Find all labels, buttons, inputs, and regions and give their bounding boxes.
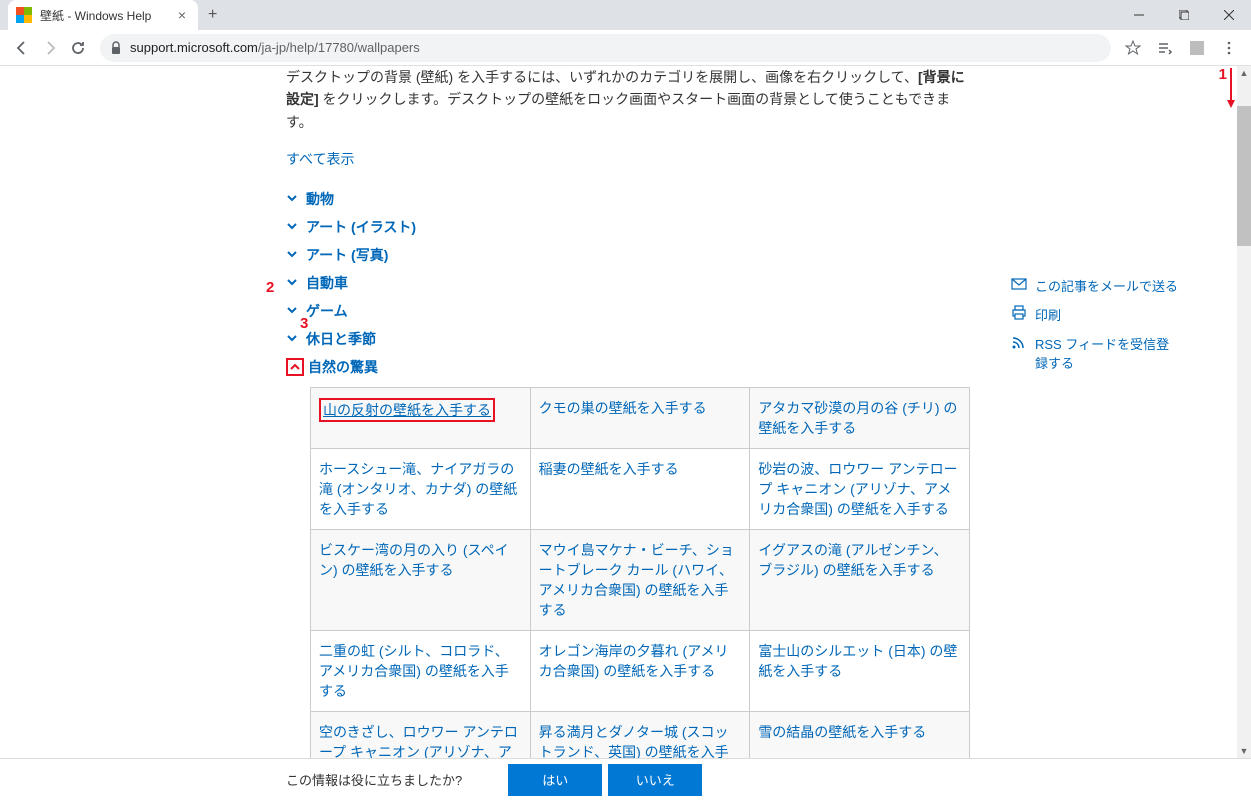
wallpaper-link[interactable]: 砂岩の波、ロウワー アンテロープ キャニオン (アリゾナ、アメリカ合衆国) の壁…	[758, 461, 957, 517]
chevron-down-icon[interactable]	[286, 192, 300, 206]
favicon-microsoft	[16, 7, 32, 23]
rss-icon	[1011, 334, 1027, 350]
category-item[interactable]: 自動車	[286, 269, 976, 297]
table-cell: 二重の虹 (シルト、コロラド、アメリカ合衆国) の壁紙を入手する	[311, 631, 531, 712]
reading-list-icon[interactable]	[1151, 34, 1179, 62]
annotation-arrow-icon	[1226, 68, 1236, 108]
address-bar: support.microsoft.com/ja-jp/help/17780/w…	[0, 30, 1251, 66]
category-label[interactable]: 動物	[306, 189, 334, 209]
table-cell: ホースシュー滝、ナイアガラの滝 (オンタリオ、カナダ) の壁紙を入手する	[311, 449, 531, 530]
category-item[interactable]: 動物	[286, 185, 976, 213]
table-row: 山の反射の壁紙を入手する クモの巣の壁紙を入手する アタカマ砂漠の月の谷 (チリ) …	[311, 388, 970, 449]
wallpaper-link[interactable]: ホースシュー滝、ナイアガラの滝 (オンタリオ、カナダ) の壁紙を入手する	[319, 461, 517, 517]
table-cell: 稲妻の壁紙を入手する	[530, 449, 750, 530]
mail-icon	[1011, 276, 1027, 292]
lock-icon	[110, 41, 122, 55]
category-label[interactable]: 自動車	[306, 273, 348, 293]
category-item[interactable]: アート (写真)	[286, 241, 976, 269]
page-viewport: デスクトップの背景 (壁紙) を入手するには、いずれかのカテゴリを展開し、画像を…	[0, 66, 1237, 758]
menu-icon[interactable]	[1215, 34, 1243, 62]
profile-icon[interactable]	[1183, 34, 1211, 62]
table-cell: イグアスの滝 (アルゼンチン、ブラジル) の壁紙を入手する	[750, 530, 970, 631]
table-cell: アタカマ砂漠の月の谷 (チリ) の壁紙を入手する	[750, 388, 970, 449]
wallpaper-link[interactable]: アタカマ砂漠の月の谷 (チリ) の壁紙を入手する	[758, 400, 957, 436]
window-minimize-button[interactable]	[1116, 0, 1161, 30]
reload-button[interactable]	[64, 34, 92, 62]
table-cell: 砂岩の波、ロウワー アンテロープ キャニオン (アリゾナ、アメリカ合衆国) の壁…	[750, 449, 970, 530]
url-text: support.microsoft.com/ja-jp/help/17780/w…	[130, 40, 420, 55]
window-maximize-button[interactable]	[1161, 0, 1206, 30]
intro-text: デスクトップの背景 (壁紙) を入手するには、いずれかのカテゴリを展開し、画像を…	[286, 66, 976, 133]
tab-title: 壁紙 - Windows Help	[40, 7, 174, 24]
category-item[interactable]: アート (イラスト)	[286, 213, 976, 241]
star-icon[interactable]	[1119, 34, 1147, 62]
table-cell: 空のきざし、ロウワー アンテロープ キャニオン (アリゾナ、アメリカ合衆国) の…	[311, 712, 531, 758]
print-link[interactable]: 印刷	[1011, 305, 1181, 324]
back-button[interactable]	[8, 34, 36, 62]
table-cell: 昇る満月とダノター城 (スコットランド、英国) の壁紙を入手する	[530, 712, 750, 758]
table-cell: 山の反射の壁紙を入手する	[311, 388, 531, 449]
chevron-down-icon[interactable]	[286, 276, 300, 290]
print-icon	[1011, 305, 1027, 321]
chevron-down-icon[interactable]	[286, 332, 300, 346]
feedback-bar: この情報は役に立ちましたか? はい いいえ	[0, 758, 1251, 800]
category-label[interactable]: 自然の驚異	[308, 357, 378, 377]
rss-link[interactable]: RSS フィードを受信登録する	[1011, 334, 1181, 372]
category-label[interactable]: ゲーム	[306, 301, 348, 321]
vertical-scrollbar[interactable]: ▲ ▼	[1237, 66, 1251, 758]
category-item[interactable]: 自然の驚異	[286, 353, 976, 381]
table-cell: クモの巣の壁紙を入手する	[530, 388, 750, 449]
category-item[interactable]: 休日と季節	[286, 325, 976, 353]
scroll-down-icon[interactable]: ▼	[1237, 744, 1251, 758]
wallpaper-link[interactable]: ビスケー湾の月の入り (スペイン) の壁紙を入手する	[319, 542, 509, 578]
forward-button[interactable]	[36, 34, 64, 62]
feedback-yes-button[interactable]: はい	[508, 764, 602, 796]
feedback-no-button[interactable]: いいえ	[608, 764, 702, 796]
side-actions: この記事をメールで送る 印刷 RSS フィードを受信登録する	[1011, 276, 1181, 382]
url-field[interactable]: support.microsoft.com/ja-jp/help/17780/w…	[100, 34, 1111, 62]
table-row: ビスケー湾の月の入り (スペイン) の壁紙を入手するマウイ島マケナ・ビーチ、ショ…	[311, 530, 970, 631]
table-row: ホースシュー滝、ナイアガラの滝 (オンタリオ、カナダ) の壁紙を入手する 稲妻の壁…	[311, 449, 970, 530]
tab-close-icon[interactable]: ×	[174, 7, 190, 23]
wallpaper-link[interactable]: オレゴン海岸の夕暮れ (アメリカ合衆国) の壁紙を入手する	[539, 643, 729, 679]
category-label[interactable]: アート (写真)	[306, 245, 388, 265]
category-list: 動物アート (イラスト) アート (写真) 自動車ゲーム休日と季節自然の驚異	[286, 185, 976, 381]
wallpaper-link[interactable]: イグアスの滝 (アルゼンチン、ブラジル) の壁紙を入手する	[758, 542, 947, 578]
wallpaper-link[interactable]: 稲妻の壁紙を入手する	[539, 461, 679, 477]
table-row: 二重の虹 (シルト、コロラド、アメリカ合衆国) の壁紙を入手するオレゴン海岸の夕…	[311, 631, 970, 712]
table-row: 空のきざし、ロウワー アンテロープ キャニオン (アリゾナ、アメリカ合衆国) の…	[311, 712, 970, 758]
category-label[interactable]: アート (イラスト)	[306, 217, 416, 237]
wallpaper-table: 山の反射の壁紙を入手する クモの巣の壁紙を入手する アタカマ砂漠の月の谷 (チリ) …	[310, 387, 970, 758]
wallpaper-link[interactable]: 雪の結晶の壁紙を入手する	[758, 724, 926, 740]
browser-titlebar: 壁紙 - Windows Help × +	[0, 0, 1251, 30]
wallpaper-link[interactable]: 二重の虹 (シルト、コロラド、アメリカ合衆国) の壁紙を入手する	[319, 643, 509, 699]
new-tab-button[interactable]: +	[198, 6, 227, 24]
feedback-question: この情報は役に立ちましたか?	[286, 770, 462, 789]
window-close-button[interactable]	[1206, 0, 1251, 30]
category-label[interactable]: 休日と季節	[306, 329, 376, 349]
wallpaper-link[interactable]: 空のきざし、ロウワー アンテロープ キャニオン (アリゾナ、アメリカ合衆国) の…	[319, 724, 518, 758]
wallpaper-link[interactable]: 昇る満月とダノター城 (スコットランド、英国) の壁紙を入手する	[539, 724, 729, 758]
chevron-down-icon[interactable]	[286, 304, 300, 318]
scroll-up-icon[interactable]: ▲	[1237, 66, 1251, 80]
table-cell: ビスケー湾の月の入り (スペイン) の壁紙を入手する	[311, 530, 531, 631]
table-cell: マウイ島マケナ・ビーチ、ショートブレーク カール (ハワイ、アメリカ合衆国) の…	[530, 530, 750, 631]
wallpaper-link[interactable]: 富士山のシルエット (日本) の壁紙を入手する	[758, 643, 957, 679]
browser-tab[interactable]: 壁紙 - Windows Help ×	[8, 0, 198, 30]
table-cell: オレゴン海岸の夕暮れ (アメリカ合衆国) の壁紙を入手する	[530, 631, 750, 712]
chevron-down-icon[interactable]	[286, 248, 300, 262]
email-article-link[interactable]: この記事をメールで送る	[1011, 276, 1181, 295]
category-item[interactable]: ゲーム	[286, 297, 976, 325]
table-cell: 富士山のシルエット (日本) の壁紙を入手する	[750, 631, 970, 712]
scroll-thumb[interactable]	[1237, 106, 1251, 246]
wallpaper-link[interactable]: 山の反射の壁紙を入手する	[319, 398, 495, 422]
chevron-up-icon[interactable]	[286, 358, 304, 376]
wallpaper-link[interactable]: マウイ島マケナ・ビーチ、ショートブレーク カール (ハワイ、アメリカ合衆国) の…	[539, 542, 734, 618]
chevron-down-icon[interactable]	[286, 220, 300, 234]
wallpaper-link[interactable]: クモの巣の壁紙を入手する	[539, 400, 707, 416]
show-all-link[interactable]: すべて表示	[286, 149, 976, 169]
table-cell: 雪の結晶の壁紙を入手する	[750, 712, 970, 758]
